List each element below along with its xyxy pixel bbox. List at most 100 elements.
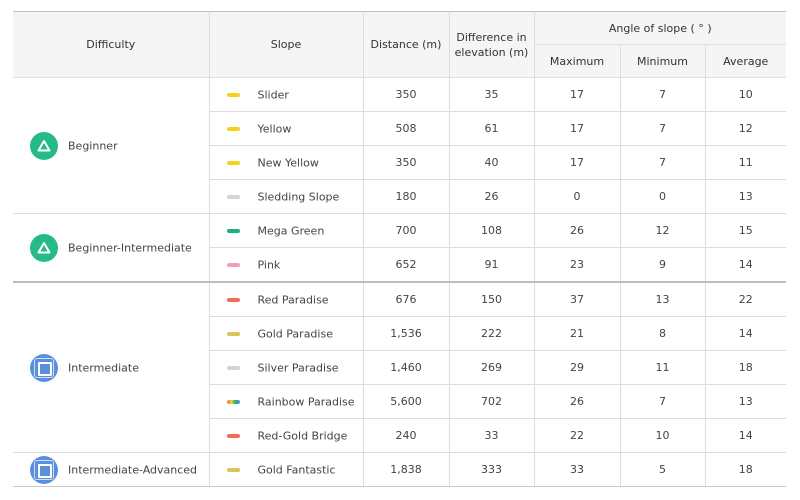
angle-max-cell: 26 <box>534 213 621 248</box>
slope-cell: Gold Paradise <box>209 316 364 351</box>
slope-cell: Gold Fantastic <box>209 452 364 487</box>
slope-cell: Mega Green <box>209 213 364 248</box>
elevation-cell: 40 <box>449 145 535 180</box>
slope-color-swatch <box>226 331 240 336</box>
difficulty-label: Beginner-Intermediate <box>68 241 192 254</box>
table-row: Beginner Slider 350 35 17 7 10 <box>13 77 786 214</box>
difficulty-square-icon <box>30 455 58 484</box>
angle-avg-cell: 11 <box>705 145 786 180</box>
angle-avg-cell: 22 <box>705 281 786 317</box>
slope-color-swatch <box>226 399 240 404</box>
difficulty-cell: Beginner <box>13 77 210 214</box>
slope-color-swatch <box>226 262 240 267</box>
header-maximum: Maximum <box>534 44 621 78</box>
table-row: Beginner-Intermediate Mega Green 700 108 26 1… <box>13 213 786 283</box>
elevation-cell: 33 <box>449 418 535 453</box>
elevation-cell: 150 <box>449 281 535 317</box>
angle-avg-cell: 10 <box>705 77 786 112</box>
slope-name: Pink <box>257 258 281 272</box>
distance-cell: 180 <box>363 179 450 214</box>
angle-avg-cell: 18 <box>705 452 786 487</box>
angle-max-cell: 33 <box>534 452 621 487</box>
angle-min-cell: 9 <box>620 247 706 283</box>
angle-max-cell: 23 <box>534 247 621 283</box>
angle-min-cell: 7 <box>620 145 706 180</box>
elevation-cell: 61 <box>449 111 535 146</box>
angle-max-cell: 22 <box>534 418 621 453</box>
angle-avg-cell: 18 <box>705 350 786 385</box>
angle-avg-cell: 14 <box>705 247 786 283</box>
difficulty-cell: Intermediate <box>13 281 210 453</box>
angle-max-cell: 26 <box>534 384 621 419</box>
slope-color-swatch <box>226 297 240 302</box>
table-row: Intermediate Red Paradise 676 150 37 13 22 <box>13 281 786 453</box>
header-minimum: Minimum <box>620 44 706 78</box>
slope-name: New Yellow <box>257 156 319 170</box>
header-angle-group: Angle of slope ( ° ) <box>534 11 786 45</box>
slope-name: Red Paradise <box>257 293 329 307</box>
angle-max-cell: 29 <box>534 350 621 385</box>
distance-cell: 350 <box>363 77 450 112</box>
angle-min-cell: 12 <box>620 213 706 248</box>
slope-cell: Sledding Slope <box>209 179 364 214</box>
angle-max-cell: 0 <box>534 179 621 214</box>
slope-name: Rainbow Paradise <box>257 395 355 409</box>
slope-color-swatch <box>226 365 240 370</box>
slope-name: Gold Paradise <box>257 327 333 341</box>
difficulty-label: Beginner <box>68 139 118 152</box>
slope-color-swatch <box>226 126 240 131</box>
elevation-cell: 108 <box>449 213 535 248</box>
distance-cell: 700 <box>363 213 450 248</box>
slope-cell: Rainbow Paradise <box>209 384 364 419</box>
elevation-cell: 91 <box>449 247 535 283</box>
angle-min-cell: 5 <box>620 452 706 487</box>
angle-avg-cell: 14 <box>705 418 786 453</box>
distance-cell: 652 <box>363 247 450 283</box>
difficulty-triangle-icon <box>30 131 58 160</box>
angle-min-cell: 10 <box>620 418 706 453</box>
slope-color-swatch <box>226 433 240 438</box>
elevation-cell: 26 <box>449 179 535 214</box>
angle-min-cell: 7 <box>620 111 706 146</box>
difficulty-triangle-icon <box>30 233 58 262</box>
angle-avg-cell: 12 <box>705 111 786 146</box>
slope-color-swatch <box>226 160 240 165</box>
slope-table: Difficulty Slope Distance (m) Difference… <box>13 11 786 487</box>
distance-cell: 1,536 <box>363 316 450 351</box>
slope-color-swatch <box>226 194 240 199</box>
table-body: Beginner Slider 350 35 17 7 10 Yellow 508 61 17 7 12… <box>13 77 786 487</box>
distance-cell: 1,460 <box>363 350 450 385</box>
angle-min-cell: 8 <box>620 316 706 351</box>
slope-name: Mega Green <box>257 224 325 238</box>
header-slope: Slope <box>209 11 364 78</box>
slope-name: Gold Fantastic <box>257 463 336 477</box>
slope-cell: Silver Paradise <box>209 350 364 385</box>
slope-name: Slider <box>257 88 289 102</box>
angle-min-cell: 0 <box>620 179 706 214</box>
distance-cell: 1,838 <box>363 452 450 487</box>
slope-cell: New Yellow <box>209 145 364 180</box>
slope-color-swatch <box>226 228 240 233</box>
header-average: Average <box>705 44 786 78</box>
angle-min-cell: 13 <box>620 281 706 317</box>
difficulty-label: Intermediate <box>68 361 139 374</box>
slope-cell: Red Paradise <box>209 281 364 317</box>
angle-min-cell: 7 <box>620 384 706 419</box>
slope-name: Red-Gold Bridge <box>257 429 348 443</box>
distance-cell: 350 <box>363 145 450 180</box>
angle-max-cell: 17 <box>534 111 621 146</box>
angle-max-cell: 17 <box>534 145 621 180</box>
slope-cell: Pink <box>209 247 364 283</box>
angle-avg-cell: 14 <box>705 316 786 351</box>
distance-cell: 676 <box>363 281 450 317</box>
slope-cell: Red-Gold Bridge <box>209 418 364 453</box>
slope-name: Silver Paradise <box>257 361 339 375</box>
elevation-cell: 35 <box>449 77 535 112</box>
angle-avg-cell: 13 <box>705 384 786 419</box>
slope-name: Yellow <box>257 122 292 136</box>
slope-cell: Slider <box>209 77 364 112</box>
distance-cell: 508 <box>363 111 450 146</box>
difficulty-square-icon <box>30 353 58 382</box>
header-elevation: Difference in elevation (m) <box>449 11 535 78</box>
angle-min-cell: 11 <box>620 350 706 385</box>
